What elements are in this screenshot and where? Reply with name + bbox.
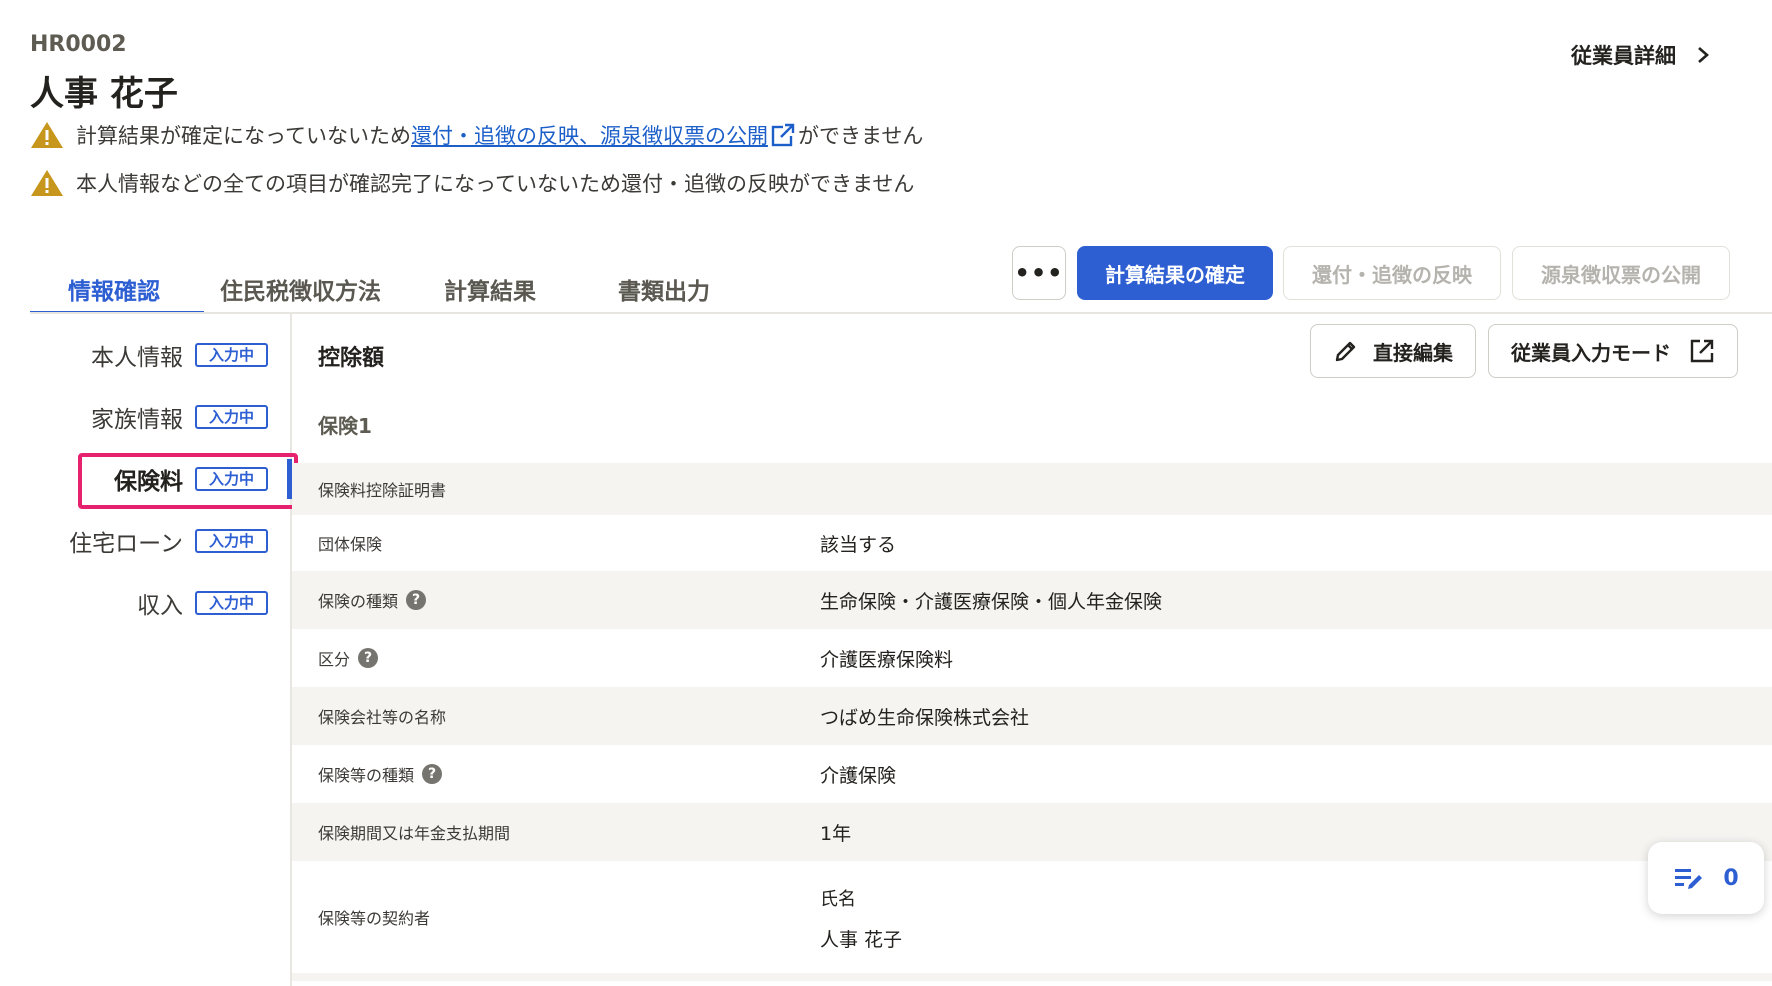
row-label: 保険等の種類 xyxy=(318,766,415,785)
row-value: 人事 花子 xyxy=(820,929,903,951)
warning-text-prefix: 計算結果が確定になっていないため xyxy=(76,124,411,148)
row-label: 保険の種類 xyxy=(318,592,399,611)
table-row: 保険期間又は年金支払期間 1年 xyxy=(292,803,1772,861)
help-icon[interactable]: ? xyxy=(422,764,443,784)
external-link-icon[interactable] xyxy=(770,122,796,148)
tab-resident-tax[interactable]: 住民税徴収方法 xyxy=(220,272,381,306)
tab-info-confirm[interactable]: 情報確認 xyxy=(68,272,160,306)
warning-text: 本人情報などの全ての項目が確認完了になっていないため還付・追徴の反映ができません xyxy=(76,172,915,196)
sidebar-item-label: 家族情報 xyxy=(90,407,183,433)
status-badge: 入力中 xyxy=(194,591,268,615)
insurance-subheading: 保険1 xyxy=(318,414,372,438)
status-badge: 入力中 xyxy=(194,529,268,553)
table-row: 区分 ? 介護医療保険料 xyxy=(292,629,1772,687)
status-badge: 入力中 xyxy=(194,405,268,429)
sidebar-item-housing-loan[interactable]: 住宅ローン 入力中 xyxy=(69,524,268,558)
direct-edit-label: 直接編集 xyxy=(1373,340,1453,365)
sidebar-item-label: 本人情報 xyxy=(90,345,183,371)
highlight-annotation xyxy=(78,453,298,509)
insurance-detail-table: 保険料控除証明書 団体保険 該当する 保険の種類 ? 生命保険・介護医療保険・個… xyxy=(292,463,1772,981)
row-value: 生命保険・介護医療保険・個人年金保険 xyxy=(820,590,1163,613)
employee-input-mode-label: 従業員入力モード xyxy=(1511,340,1671,365)
row-label: 区分 xyxy=(318,650,351,669)
row-value: 1年 xyxy=(820,822,852,845)
refund-apply-button[interactable]: 還付・追徴の反映 xyxy=(1283,246,1501,300)
help-icon[interactable]: ? xyxy=(358,648,379,668)
warning-icon xyxy=(31,122,63,148)
row-value: つばめ生命保険株式会社 xyxy=(820,706,1030,729)
external-link-icon xyxy=(1690,339,1714,363)
employee-detail-link[interactable]: 従業員詳細 xyxy=(1571,40,1712,70)
comments-fab[interactable]: 0 xyxy=(1648,842,1764,914)
table-row: 団体保険 該当する xyxy=(292,515,1772,571)
row-sub-label: 氏名 xyxy=(820,889,856,910)
table-row xyxy=(292,973,1772,981)
row-label: 保険料控除証明書 xyxy=(318,481,447,500)
pencil-icon xyxy=(1335,341,1356,362)
tab-documents[interactable]: 書類出力 xyxy=(618,272,710,306)
direct-edit-button[interactable]: 直接編集 xyxy=(1310,324,1476,378)
warning-message-calc: 計算結果が確定になっていないため 還付・追徴の反映、源泉徴収票の公開 ができませ… xyxy=(30,120,923,150)
row-label-wrap: 区分 ? xyxy=(318,646,379,670)
row-value: 介護医療保険料 xyxy=(820,648,954,671)
tab-bar: 情報確認 住民税徴収方法 計算結果 書類出力 xyxy=(30,256,755,314)
more-options-button[interactable]: ••• xyxy=(1012,246,1066,300)
row-value: 該当する xyxy=(820,533,897,556)
table-row: 保険料控除証明書 xyxy=(292,463,1772,515)
sidebar-item-personal[interactable]: 本人情報 入力中 xyxy=(91,338,268,372)
section-title: 控除額 xyxy=(318,346,385,371)
tab-calc-result[interactable]: 計算結果 xyxy=(444,272,536,306)
sidebar-item-label: 住宅ローン xyxy=(69,531,183,557)
warning-message-confirm: 本人情報などの全ての項目が確認完了になっていないため還付・追徴の反映ができません xyxy=(30,168,914,198)
status-badge: 入力中 xyxy=(194,343,268,367)
row-label: 保険会社等の名称 xyxy=(318,708,447,727)
employee-input-mode-button[interactable]: 従業員入力モード xyxy=(1488,324,1738,378)
row-value: 介護保険 xyxy=(820,764,897,787)
warning-text-suffix: ができません xyxy=(797,124,924,148)
sidebar-item-label: 収入 xyxy=(136,593,183,619)
employee-name: 人事 花子 xyxy=(30,74,178,114)
chevron-right-icon xyxy=(1698,47,1709,63)
table-row: 保険会社等の名称 つばめ生命保険株式会社 xyxy=(292,687,1772,745)
comments-count: 0 xyxy=(1723,865,1739,891)
row-label: 団体保険 xyxy=(318,535,383,554)
row-label-wrap: 保険の種類 ? xyxy=(318,588,427,612)
sidebar-item-family[interactable]: 家族情報 入力中 xyxy=(91,400,268,434)
table-row: 保険等の種類 ? 介護保険 xyxy=(292,745,1772,803)
edit-list-icon xyxy=(1675,869,1703,889)
publish-withholding-button[interactable]: 源泉徴収票の公開 xyxy=(1512,246,1730,300)
confirm-calc-button[interactable]: 計算結果の確定 xyxy=(1077,246,1273,300)
refund-publish-link[interactable]: 還付・追徴の反映、源泉徴収票の公開 xyxy=(411,120,768,150)
table-row: 保険等の契約者 氏名 人事 花子 xyxy=(292,861,1772,973)
warning-icon xyxy=(31,170,63,196)
sidebar-item-income[interactable]: 収入 入力中 xyxy=(137,586,268,620)
table-row: 保険の種類 ? 生命保険・介護医療保険・個人年金保険 xyxy=(292,571,1772,629)
row-label: 保険等の契約者 xyxy=(318,909,431,928)
row-label-wrap: 保険等の種類 ? xyxy=(318,762,443,786)
employee-detail-label: 従業員詳細 xyxy=(1571,44,1676,68)
row-label: 保険期間又は年金支払期間 xyxy=(318,824,511,843)
employee-id: HR0002 xyxy=(30,32,127,57)
help-icon[interactable]: ? xyxy=(406,590,427,610)
